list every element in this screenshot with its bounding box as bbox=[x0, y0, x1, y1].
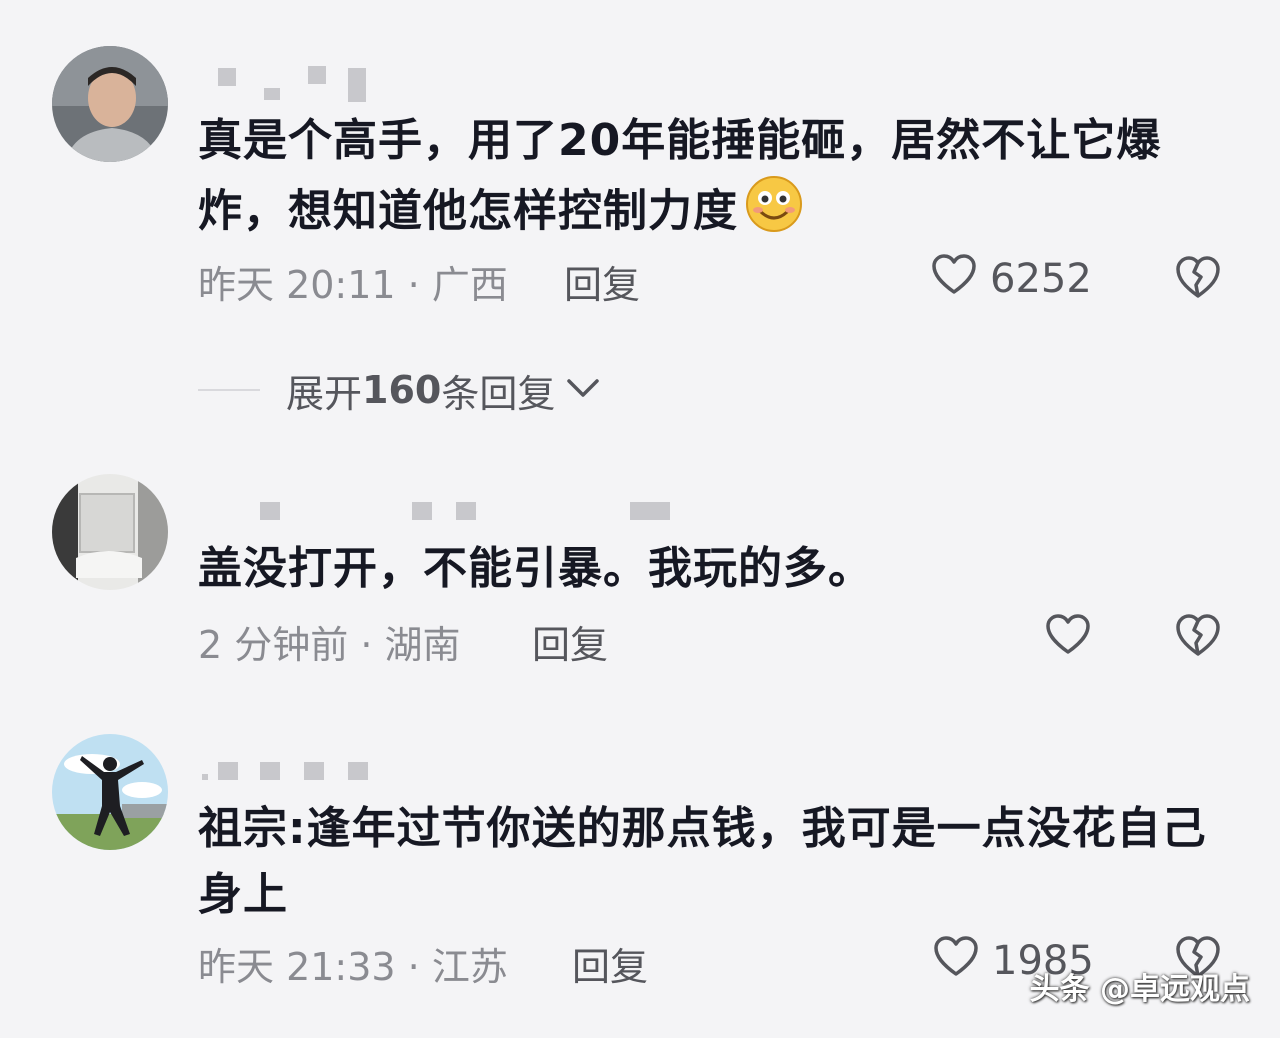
comment-meta: 2 分钟前 · 湖南 bbox=[198, 623, 461, 667]
comment-meta: 昨天 21:33 · 江苏 bbox=[198, 945, 508, 989]
reply-button[interactable]: 回复 bbox=[532, 614, 608, 669]
broken-heart-icon bbox=[1173, 614, 1223, 662]
avatar[interactable] bbox=[52, 46, 168, 162]
like-button[interactable] bbox=[1044, 612, 1104, 666]
reply-button[interactable]: 回复 bbox=[564, 254, 640, 309]
avatar[interactable] bbox=[52, 474, 168, 590]
divider bbox=[198, 389, 260, 391]
chevron-down-icon bbox=[565, 376, 601, 404]
dislike-button[interactable] bbox=[1173, 612, 1223, 662]
expand-prefix: 展开 bbox=[286, 371, 363, 416]
avatar[interactable] bbox=[52, 734, 168, 850]
smile-emoji-icon bbox=[744, 174, 804, 253]
comment-text: 祖宗:逢年过节你送的那点钱，我可是一点没花自己身上 bbox=[198, 803, 1207, 920]
like-button[interactable]: 6252 bbox=[930, 252, 1092, 306]
expand-suffix: 条回复 bbox=[441, 371, 556, 416]
heart-outline-icon bbox=[932, 934, 980, 988]
reply-button[interactable]: 回复 bbox=[572, 936, 648, 991]
comment-meta: 昨天 20:11 · 广西 bbox=[198, 263, 508, 307]
expand-replies-button[interactable]: 展开 160 条回复 bbox=[198, 362, 601, 418]
comment-text: 盖没打开，不能引暴。我玩的多。 bbox=[198, 543, 873, 594]
expand-count: 160 bbox=[362, 368, 442, 412]
heart-outline-icon bbox=[1044, 612, 1092, 666]
dislike-button[interactable] bbox=[1173, 254, 1223, 304]
comment-text: 真是个高手，用了20年能捶能砸，居然不让它爆炸，想知道他怎样控制力度 bbox=[198, 108, 1208, 253]
watermark: 头条 @卓远观点 bbox=[1029, 972, 1250, 1007]
like-count: 6252 bbox=[990, 256, 1092, 302]
broken-heart-icon bbox=[1173, 256, 1223, 304]
heart-outline-icon bbox=[930, 252, 978, 306]
